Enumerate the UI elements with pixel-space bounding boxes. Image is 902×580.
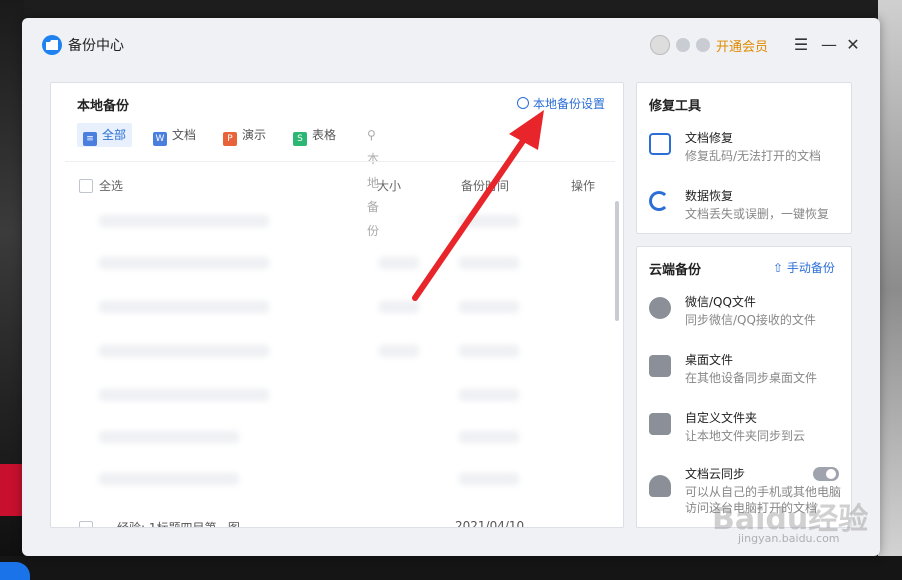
watermark-url: jingyan.baidu.com bbox=[738, 532, 840, 545]
desktop-background bbox=[0, 0, 902, 18]
desktop-icon[interactable] bbox=[0, 464, 22, 516]
desktop-background-bottom bbox=[0, 556, 902, 580]
backup-center-window: 备份中心 开通会员 ☰ — ✕ 本地备份 本地备份设置 ≡ 全部 W 文档 P 演示 … bbox=[22, 18, 880, 556]
annotation-arrow bbox=[412, 110, 544, 301]
desktop-background-right bbox=[878, 0, 902, 580]
